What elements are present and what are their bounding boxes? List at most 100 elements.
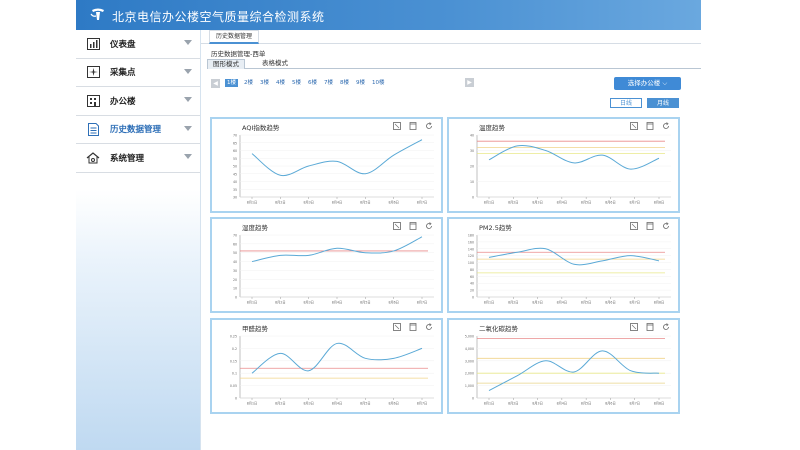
series-line	[488, 144, 660, 170]
floor-tab[interactable]: 8楼	[339, 79, 350, 87]
page-subtitle: 历史数据管理-西单	[211, 50, 266, 58]
x-tick-label: 8月7日	[417, 301, 427, 305]
y-tick-label: 5,000	[465, 335, 474, 339]
month-line-button[interactable]: 月线	[647, 98, 679, 108]
x-tick-label: 8月4日	[332, 301, 342, 305]
y-tick-label: 40	[233, 180, 237, 184]
x-tick-label: 8月5日	[360, 301, 370, 305]
x-tick-label: 8月1日	[247, 201, 257, 205]
y-tick-label: 30	[233, 196, 237, 200]
y-tick-label: 40	[233, 260, 237, 264]
y-tick-label: 140	[468, 247, 474, 251]
sidebar-item-label: 采集点	[110, 68, 136, 79]
x-tick-label: 8月7日	[417, 402, 427, 406]
x-tick-label: 8月1日	[484, 201, 494, 205]
tab-table-mode[interactable]: 表格模式	[257, 59, 293, 69]
y-tick-label: 30	[233, 269, 237, 273]
chevron-down-icon: ⌵	[662, 79, 668, 87]
sidebar-item-dashboard[interactable]: 仪表盘	[76, 30, 200, 59]
y-tick-label: 0.25	[230, 335, 237, 339]
y-tick-label: 40	[470, 134, 474, 138]
line-chart: 70 65 60 55 50 45 40 35 30 8月1日 8月2日 8月3日 8月4日 8月5日 8月…	[233, 134, 434, 205]
series-line	[251, 139, 423, 177]
y-tick-label: 0	[472, 397, 474, 401]
x-tick-label: 8月8日	[654, 402, 664, 406]
x-tick-label: 8月2日	[275, 301, 285, 305]
y-tick-label: 40	[470, 282, 474, 286]
x-tick-label: 8月4日	[332, 201, 342, 205]
y-tick-label: 45	[233, 172, 237, 176]
y-tick-label: 80	[470, 268, 474, 272]
line-chart: 0.25 0.2 0.15 0.1 0.05 0 8月1日 8月2日 8月3日 8月4日 8月5日 8…	[230, 335, 434, 406]
y-tick-label: 0.15	[230, 359, 237, 363]
x-tick-label: 8月6日	[605, 301, 615, 305]
y-tick-label: 120	[468, 254, 474, 258]
y-tick-label: 100	[468, 261, 474, 265]
sidebar-item-history-data[interactable]: 历史数据管理	[76, 115, 200, 144]
x-tick-label: 8月6日	[605, 201, 615, 205]
series-line	[251, 342, 423, 374]
y-tick-label: 35	[233, 188, 237, 192]
x-tick-label: 8月2日	[508, 201, 518, 205]
x-tick-label: 8月2日	[275, 402, 285, 406]
y-tick-label: 10	[470, 180, 474, 184]
line-chart: 180 160 140 120 100 80 60 40 20 0 8月1日 8月2日 8月3日 8月4日…	[468, 234, 671, 305]
y-tick-label: 0.2	[232, 347, 237, 351]
floor-tab[interactable]: 7楼	[323, 79, 334, 87]
select-office-label: 选择办公楼	[627, 79, 661, 87]
building-icon	[86, 94, 100, 108]
sidebar-item-collection-points[interactable]: 采集点	[76, 58, 200, 87]
sidebar-item-office-building[interactable]: 办公楼	[76, 87, 200, 116]
series-line	[488, 350, 660, 392]
x-tick-label: 8月2日	[508, 402, 518, 406]
x-tick-label: 8月1日	[247, 301, 257, 305]
y-tick-label: 0.1	[232, 372, 237, 376]
prev-arrow-icon[interactable]: ◀	[211, 78, 220, 88]
chevron-down-icon	[184, 154, 192, 159]
x-tick-label: 8月6日	[388, 301, 398, 305]
floor-tab[interactable]: 1楼	[225, 79, 238, 87]
y-tick-label: 70	[233, 234, 237, 238]
x-tick-label: 8月5日	[360, 201, 370, 205]
chart-panel-pm25: PM2.5趋势 180 160 140 120 100 80 60 40 20 0 8月1日 8月2日 8…	[447, 217, 680, 313]
x-tick-label: 8月3日	[303, 201, 313, 205]
x-tick-label: 8月7日	[629, 201, 639, 205]
next-arrow-icon[interactable]: ▶	[465, 78, 474, 87]
chevron-down-icon	[184, 97, 192, 102]
floor-tab[interactable]: 3楼	[259, 79, 270, 87]
x-tick-label: 8月3日	[532, 201, 542, 205]
floor-tab[interactable]: 5楼	[291, 79, 302, 87]
floor-tab[interactable]: 2楼	[243, 79, 254, 87]
y-tick-label: 60	[233, 149, 237, 153]
sidebar-item-system-management[interactable]: 系统管理	[76, 144, 200, 173]
select-office-dropdown[interactable]: 选择办公楼 ⌵	[614, 77, 681, 90]
x-tick-label: 8月8日	[654, 301, 664, 305]
chart-panel-temperature: 温度趋势 40 30 20 10 0 8月1日 8月2日 8月3日 8月4日 8月5日 8月6日 8月7…	[447, 117, 680, 213]
y-tick-label: 20	[470, 165, 474, 169]
line-chart: 40 30 20 10 0 8月1日 8月2日 8月3日 8月4日 8月5日 8月6日 8月7日 8月8…	[470, 134, 671, 205]
x-tick-label: 8月1日	[247, 402, 257, 406]
x-tick-label: 8月2日	[275, 201, 285, 205]
floor-tab[interactable]: 10楼	[371, 79, 386, 87]
y-tick-label: 0.05	[230, 384, 237, 388]
floor-tab[interactable]: 9楼	[355, 79, 366, 87]
floor-tab[interactable]: 6楼	[307, 79, 318, 87]
view-mode-tabs: 图形模式 表格模式	[207, 59, 701, 69]
x-tick-label: 8月3日	[532, 301, 542, 305]
tab-history-data[interactable]: 历史数据管理	[209, 30, 260, 44]
day-line-button[interactable]: 日线	[610, 98, 642, 108]
floor-tab[interactable]: 4楼	[275, 79, 286, 87]
x-tick-label: 8月5日	[581, 301, 591, 305]
y-tick-label: 4,000	[465, 347, 474, 351]
line-chart: 5,000 4,000 3,000 2,000 1,000 0 8月1日 8月2日 8月3日 8月…	[465, 335, 671, 406]
y-tick-label: 20	[470, 289, 474, 293]
x-tick-label: 8月1日	[484, 301, 494, 305]
x-tick-label: 8月7日	[629, 301, 639, 305]
y-tick-label: 1,000	[465, 384, 474, 388]
x-tick-label: 8月8日	[654, 201, 664, 205]
app-header: 北京电信办公楼空气质量综合检测系统	[76, 0, 701, 30]
x-tick-label: 8月2日	[508, 301, 518, 305]
tab-chart-mode[interactable]: 图形模式	[207, 59, 245, 69]
y-tick-label: 50	[233, 251, 237, 255]
y-tick-label: 60	[233, 242, 237, 246]
